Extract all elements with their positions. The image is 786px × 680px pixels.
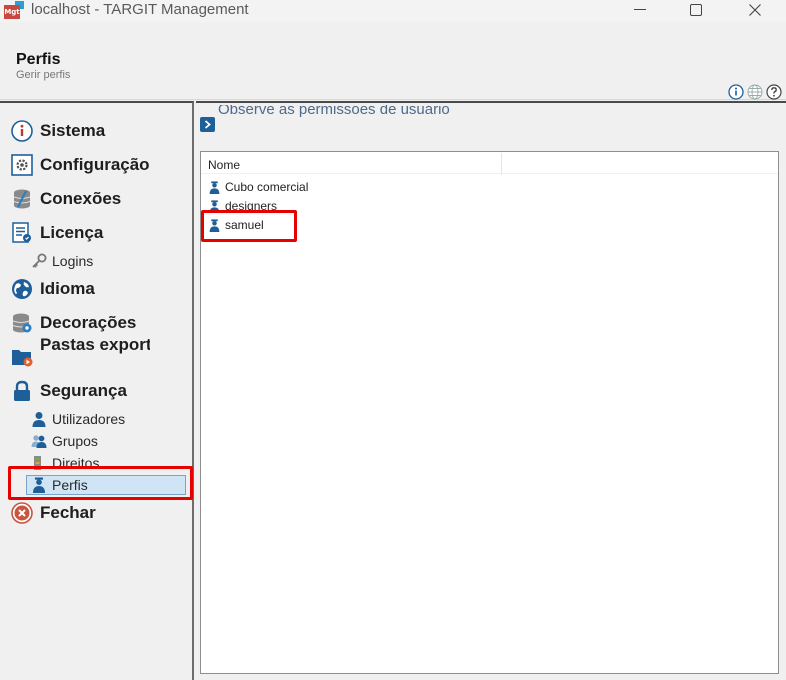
page-title: Perfis	[16, 51, 61, 68]
minimize-button[interactable]	[617, 0, 663, 20]
help-button[interactable]	[765, 83, 782, 100]
sidebar-item-label: Idioma	[40, 279, 95, 298]
sidebar-item-label: Pastas exportação	[40, 337, 150, 354]
list-column-header: Nome	[201, 152, 778, 175]
list-item[interactable]: samuel	[207, 216, 264, 234]
sidebar-item-label: Utilizadores	[52, 411, 126, 427]
info-icon	[727, 83, 744, 100]
list-item-label: samuel	[225, 218, 264, 232]
expand-info-button[interactable]	[200, 117, 215, 132]
sidebar-item-label: Grupos	[52, 433, 98, 449]
globe-icon	[10, 277, 34, 301]
info-text-content: Observe as permissões de usuário	[218, 105, 450, 118]
sidebar-item-conexoes[interactable]: Conexões	[10, 187, 190, 211]
profile-icon	[207, 179, 221, 195]
sidebar-item-pastas-exportacao[interactable]: Pastas exportação	[10, 337, 190, 371]
header-icons	[727, 83, 782, 100]
column-header-nome[interactable]: Nome	[208, 158, 240, 172]
sidebar-item-label: Conexões	[40, 189, 122, 208]
sidebar-item-logins[interactable]: Logins	[30, 251, 186, 271]
sidebar-item-label: Segurança	[40, 381, 127, 400]
close-window-button[interactable]	[732, 0, 778, 20]
export-folder-icon	[10, 345, 34, 369]
list-item[interactable]: designers	[207, 197, 277, 215]
sidebar-item-direitos[interactable]: Direitos	[30, 453, 186, 473]
sidebar-item-perfis[interactable]: Perfis	[26, 475, 186, 495]
sidebar-item-label: Sistema	[40, 121, 106, 140]
rights-icon	[30, 454, 48, 472]
page-header: Perfis Gerir perfis	[0, 28, 786, 100]
close-circle-icon	[10, 501, 34, 525]
key-icon	[30, 252, 48, 270]
sidebar-item-fechar[interactable]: Fechar	[10, 501, 190, 525]
list-item[interactable]: Cubo comercial	[207, 178, 308, 196]
sidebar-item-label: Perfis	[52, 477, 88, 493]
about-button[interactable]	[727, 83, 744, 100]
globe-icon	[747, 84, 762, 99]
sidebar-item-label: Direitos	[52, 455, 100, 471]
main-panel: Observe as permissões de usuário Nome Cu…	[196, 101, 786, 680]
list-item-label: Cubo comercial	[225, 180, 309, 194]
sidebar-item-grupos[interactable]: Grupos	[30, 431, 186, 451]
lock-icon	[10, 379, 34, 403]
group-icon	[30, 432, 48, 450]
sidebar: Sistema Configuração Conexões Licença Lo…	[0, 101, 194, 680]
user-icon	[30, 410, 48, 428]
close-icon	[749, 4, 761, 16]
sidebar-item-seguranca[interactable]: Segurança	[10, 379, 190, 403]
sidebar-item-label: Logins	[52, 253, 94, 269]
sidebar-item-sistema[interactable]: Sistema	[10, 119, 190, 143]
sidebar-item-idioma[interactable]: Idioma	[10, 277, 190, 301]
minimize-icon	[634, 9, 646, 10]
column-separator[interactable]	[501, 153, 502, 175]
sidebar-item-utilizadores[interactable]: Utilizadores	[30, 409, 186, 429]
app-logo-text: Mgt	[4, 5, 20, 19]
maximize-button[interactable]	[673, 0, 719, 20]
window-title: localhost - TARGIT Management	[31, 1, 249, 18]
sidebar-item-decoracoes[interactable]: Decorações	[10, 311, 190, 335]
profile-icon	[207, 198, 221, 214]
profile-icon	[30, 476, 48, 494]
list-item-label: designers	[225, 199, 278, 213]
config-icon	[10, 153, 34, 177]
database-icon	[10, 187, 34, 211]
page-subtitle: Gerir perfis	[16, 69, 71, 81]
sidebar-item-label: Licença	[40, 223, 104, 242]
profiles-list: Nome Cubo comercial designers samuel	[200, 151, 779, 674]
title-bar: Mgt localhost - TARGIT Management	[0, 0, 786, 22]
decorations-icon	[10, 311, 34, 335]
chevron-right-icon	[204, 120, 211, 129]
maximize-icon	[690, 4, 702, 16]
sidebar-item-label: Fechar	[40, 503, 96, 522]
language-button[interactable]	[746, 83, 763, 100]
sidebar-item-configuracao[interactable]: Configuração	[10, 153, 190, 177]
license-icon	[10, 221, 34, 245]
info-text: Observe as permissões de usuário	[218, 105, 458, 133]
sidebar-item-label: Decorações	[40, 313, 137, 332]
info-icon	[10, 119, 34, 143]
profile-icon	[207, 217, 221, 233]
app-logo: Mgt	[4, 1, 24, 20]
sidebar-item-label: Configuração	[40, 155, 150, 174]
sidebar-item-licenca[interactable]: Licença	[10, 221, 190, 245]
help-icon	[765, 83, 782, 100]
